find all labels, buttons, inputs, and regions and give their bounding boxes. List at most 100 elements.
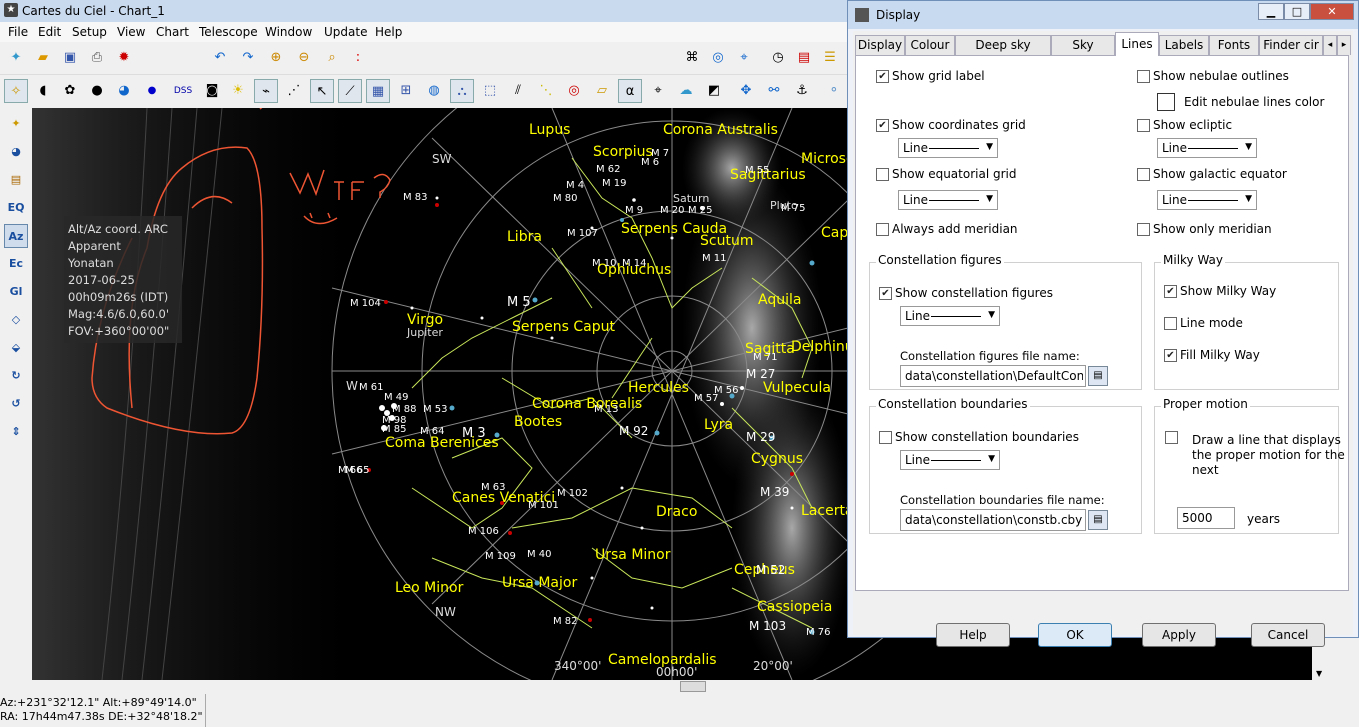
show-only-meridian-checkbox[interactable]: [1137, 223, 1150, 236]
settings-gear-icon[interactable]: ✹: [112, 46, 136, 70]
zoom-out-icon[interactable]: ⊖: [292, 46, 316, 70]
browse-file-icon[interactable]: ▤: [1088, 510, 1108, 530]
horizon-icon[interactable]: ☁: [674, 79, 698, 103]
notes-icon[interactable]: ▤: [4, 168, 28, 192]
print-icon[interactable]: ⎙: [85, 46, 109, 70]
grid-icon[interactable]: ▦: [366, 79, 390, 103]
line-star-icon[interactable]: ⋰: [282, 79, 306, 103]
help-button[interactable]: Help: [936, 623, 1010, 647]
eq-mode-button[interactable]: EQ: [4, 196, 28, 220]
zoom-fit-icon[interactable]: ⌕: [320, 46, 344, 70]
minimize-icon[interactable]: ▁: [1258, 3, 1284, 20]
flip-vertical-icon[interactable]: ⬙: [4, 336, 28, 360]
dss-icon[interactable]: DSS: [168, 79, 198, 103]
location-icon[interactable]: ⌖: [732, 46, 756, 70]
ok-button[interactable]: OK: [1038, 623, 1112, 647]
show-nebulae-outlines-checkbox[interactable]: [1137, 70, 1150, 83]
anchor-icon[interactable]: ⚓: [790, 79, 814, 103]
globe-icon[interactable]: ◕: [4, 140, 28, 164]
link-icon[interactable]: ⚯: [762, 79, 786, 103]
show-milky-way-checkbox[interactable]: ✔: [1164, 285, 1177, 298]
calendar-icon[interactable]: ▤: [792, 46, 816, 70]
boundary-icon[interactable]: ⬚: [478, 79, 502, 103]
tab-finder-circle[interactable]: Finder cir: [1259, 35, 1323, 55]
planet-icon[interactable]: ◕: [112, 79, 136, 103]
menu-help[interactable]: Help: [375, 25, 402, 39]
clock-icon[interactable]: ◷: [766, 46, 790, 70]
horizontal-scroll-thumb[interactable]: [680, 681, 706, 692]
flip-horizontal-icon[interactable]: ◇: [4, 308, 28, 332]
edit-nebulae-color-checkbox[interactable]: [1157, 93, 1175, 111]
undo-icon[interactable]: ↶: [208, 46, 232, 70]
stars-small-icon[interactable]: ✦: [4, 112, 28, 136]
constellation-icon[interactable]: ⛬: [450, 79, 474, 103]
comet-icon[interactable]: ●: [85, 79, 109, 103]
apply-button[interactable]: Apply: [1142, 623, 1216, 647]
constellation-boundaries-file-input[interactable]: data\constellation\constb.cby: [900, 509, 1086, 531]
vertical-arrows-icon[interactable]: ⇕: [4, 420, 28, 444]
horizontal-scrollbar[interactable]: [32, 680, 1312, 694]
binoculars-icon[interactable]: ⌘: [680, 46, 704, 70]
tab-deep-sky-colour[interactable]: Deep sky colour: [955, 35, 1051, 70]
constellation-figures-file-input[interactable]: data\constellation\DefaultConstL: [900, 365, 1086, 387]
redo-icon[interactable]: ↷: [236, 46, 260, 70]
milky-band-icon[interactable]: ⫽: [506, 79, 530, 103]
tab-lines[interactable]: Lines: [1115, 32, 1159, 56]
constellation-boundaries-line-select[interactable]: Line ▼: [900, 450, 1000, 470]
nebula-icon[interactable]: ◖: [31, 79, 55, 103]
stars-icon[interactable]: ✧: [4, 79, 28, 103]
show-grid-label-checkbox[interactable]: ✔: [876, 70, 889, 83]
globe-search-icon[interactable]: ◎: [706, 46, 730, 70]
sun-icon[interactable]: ☀: [226, 79, 250, 103]
ruler-icon[interactable]: ▱: [590, 79, 614, 103]
ecliptic-line-select[interactable]: Line ▼: [1157, 138, 1257, 158]
open-folder-icon[interactable]: ▰: [31, 46, 55, 70]
show-coordinates-grid-checkbox[interactable]: ✔: [876, 119, 889, 132]
menu-update[interactable]: Update: [324, 25, 367, 39]
fill-milky-way-checkbox[interactable]: ✔: [1164, 349, 1177, 362]
tab-labels[interactable]: Labels: [1159, 35, 1209, 55]
menu-telescope[interactable]: Telescope: [199, 25, 258, 39]
rotate-cw-icon[interactable]: ↻: [4, 364, 28, 388]
menu-chart[interactable]: Chart: [156, 25, 189, 39]
tab-sky-colour[interactable]: Sky colour: [1051, 35, 1115, 70]
show-ecliptic-checkbox[interactable]: [1137, 119, 1150, 132]
tab-display[interactable]: Display: [855, 35, 905, 55]
ec-mode-button[interactable]: Ec: [4, 252, 28, 276]
gl-mode-button[interactable]: Gl: [4, 280, 28, 304]
scroll-down-icon[interactable]: ▼: [1316, 669, 1322, 678]
cancel-button[interactable]: Cancel: [1251, 623, 1325, 647]
camera-icon[interactable]: ◙: [200, 79, 224, 103]
zoom-in-icon[interactable]: ⊕: [264, 46, 288, 70]
alpha-label-icon[interactable]: α: [618, 79, 642, 103]
browse-file-icon[interactable]: ▤: [1088, 366, 1108, 386]
menu-window[interactable]: Window: [265, 25, 312, 39]
dot-icon[interactable]: ●: [140, 79, 164, 103]
close-icon[interactable]: ✕: [1310, 3, 1354, 20]
colon-red-icon[interactable]: :: [346, 46, 370, 70]
compass-icon[interactable]: ◍: [422, 79, 446, 103]
bubbles-icon[interactable]: ⚬: [822, 79, 846, 103]
show-equatorial-grid-checkbox[interactable]: [876, 168, 889, 181]
rotate-ccw-icon[interactable]: ↺: [4, 392, 28, 416]
az-mode-button[interactable]: Az: [4, 224, 28, 248]
line-mode-checkbox[interactable]: [1164, 317, 1177, 330]
grid-label-icon[interactable]: ⊞: [394, 79, 418, 103]
save-icon[interactable]: ▣: [58, 46, 82, 70]
menu-setup[interactable]: Setup: [72, 25, 107, 39]
menu-edit[interactable]: Edit: [38, 25, 61, 39]
object-label-icon[interactable]: ⌖: [646, 79, 670, 103]
list-icon[interactable]: ☰: [818, 46, 842, 70]
show-constellation-boundaries-checkbox[interactable]: [879, 431, 892, 444]
show-galactic-equator-checkbox[interactable]: [1137, 168, 1150, 181]
telescope-icon[interactable]: ⌁: [254, 79, 278, 103]
asteroid-icon[interactable]: ✿: [58, 79, 82, 103]
night-vision-icon[interactable]: ◩: [702, 79, 726, 103]
ecliptic-icon[interactable]: ⋱: [534, 79, 558, 103]
menu-view[interactable]: View: [117, 25, 145, 39]
coordinates-grid-line-select[interactable]: Line ▼: [898, 138, 998, 158]
milky-way-icon[interactable]: ⟋: [338, 79, 362, 103]
always-add-meridian-checkbox[interactable]: [876, 223, 889, 236]
constellation-figures-line-select[interactable]: Line ▼: [900, 306, 1000, 326]
pointer-icon[interactable]: ↖: [310, 79, 334, 103]
